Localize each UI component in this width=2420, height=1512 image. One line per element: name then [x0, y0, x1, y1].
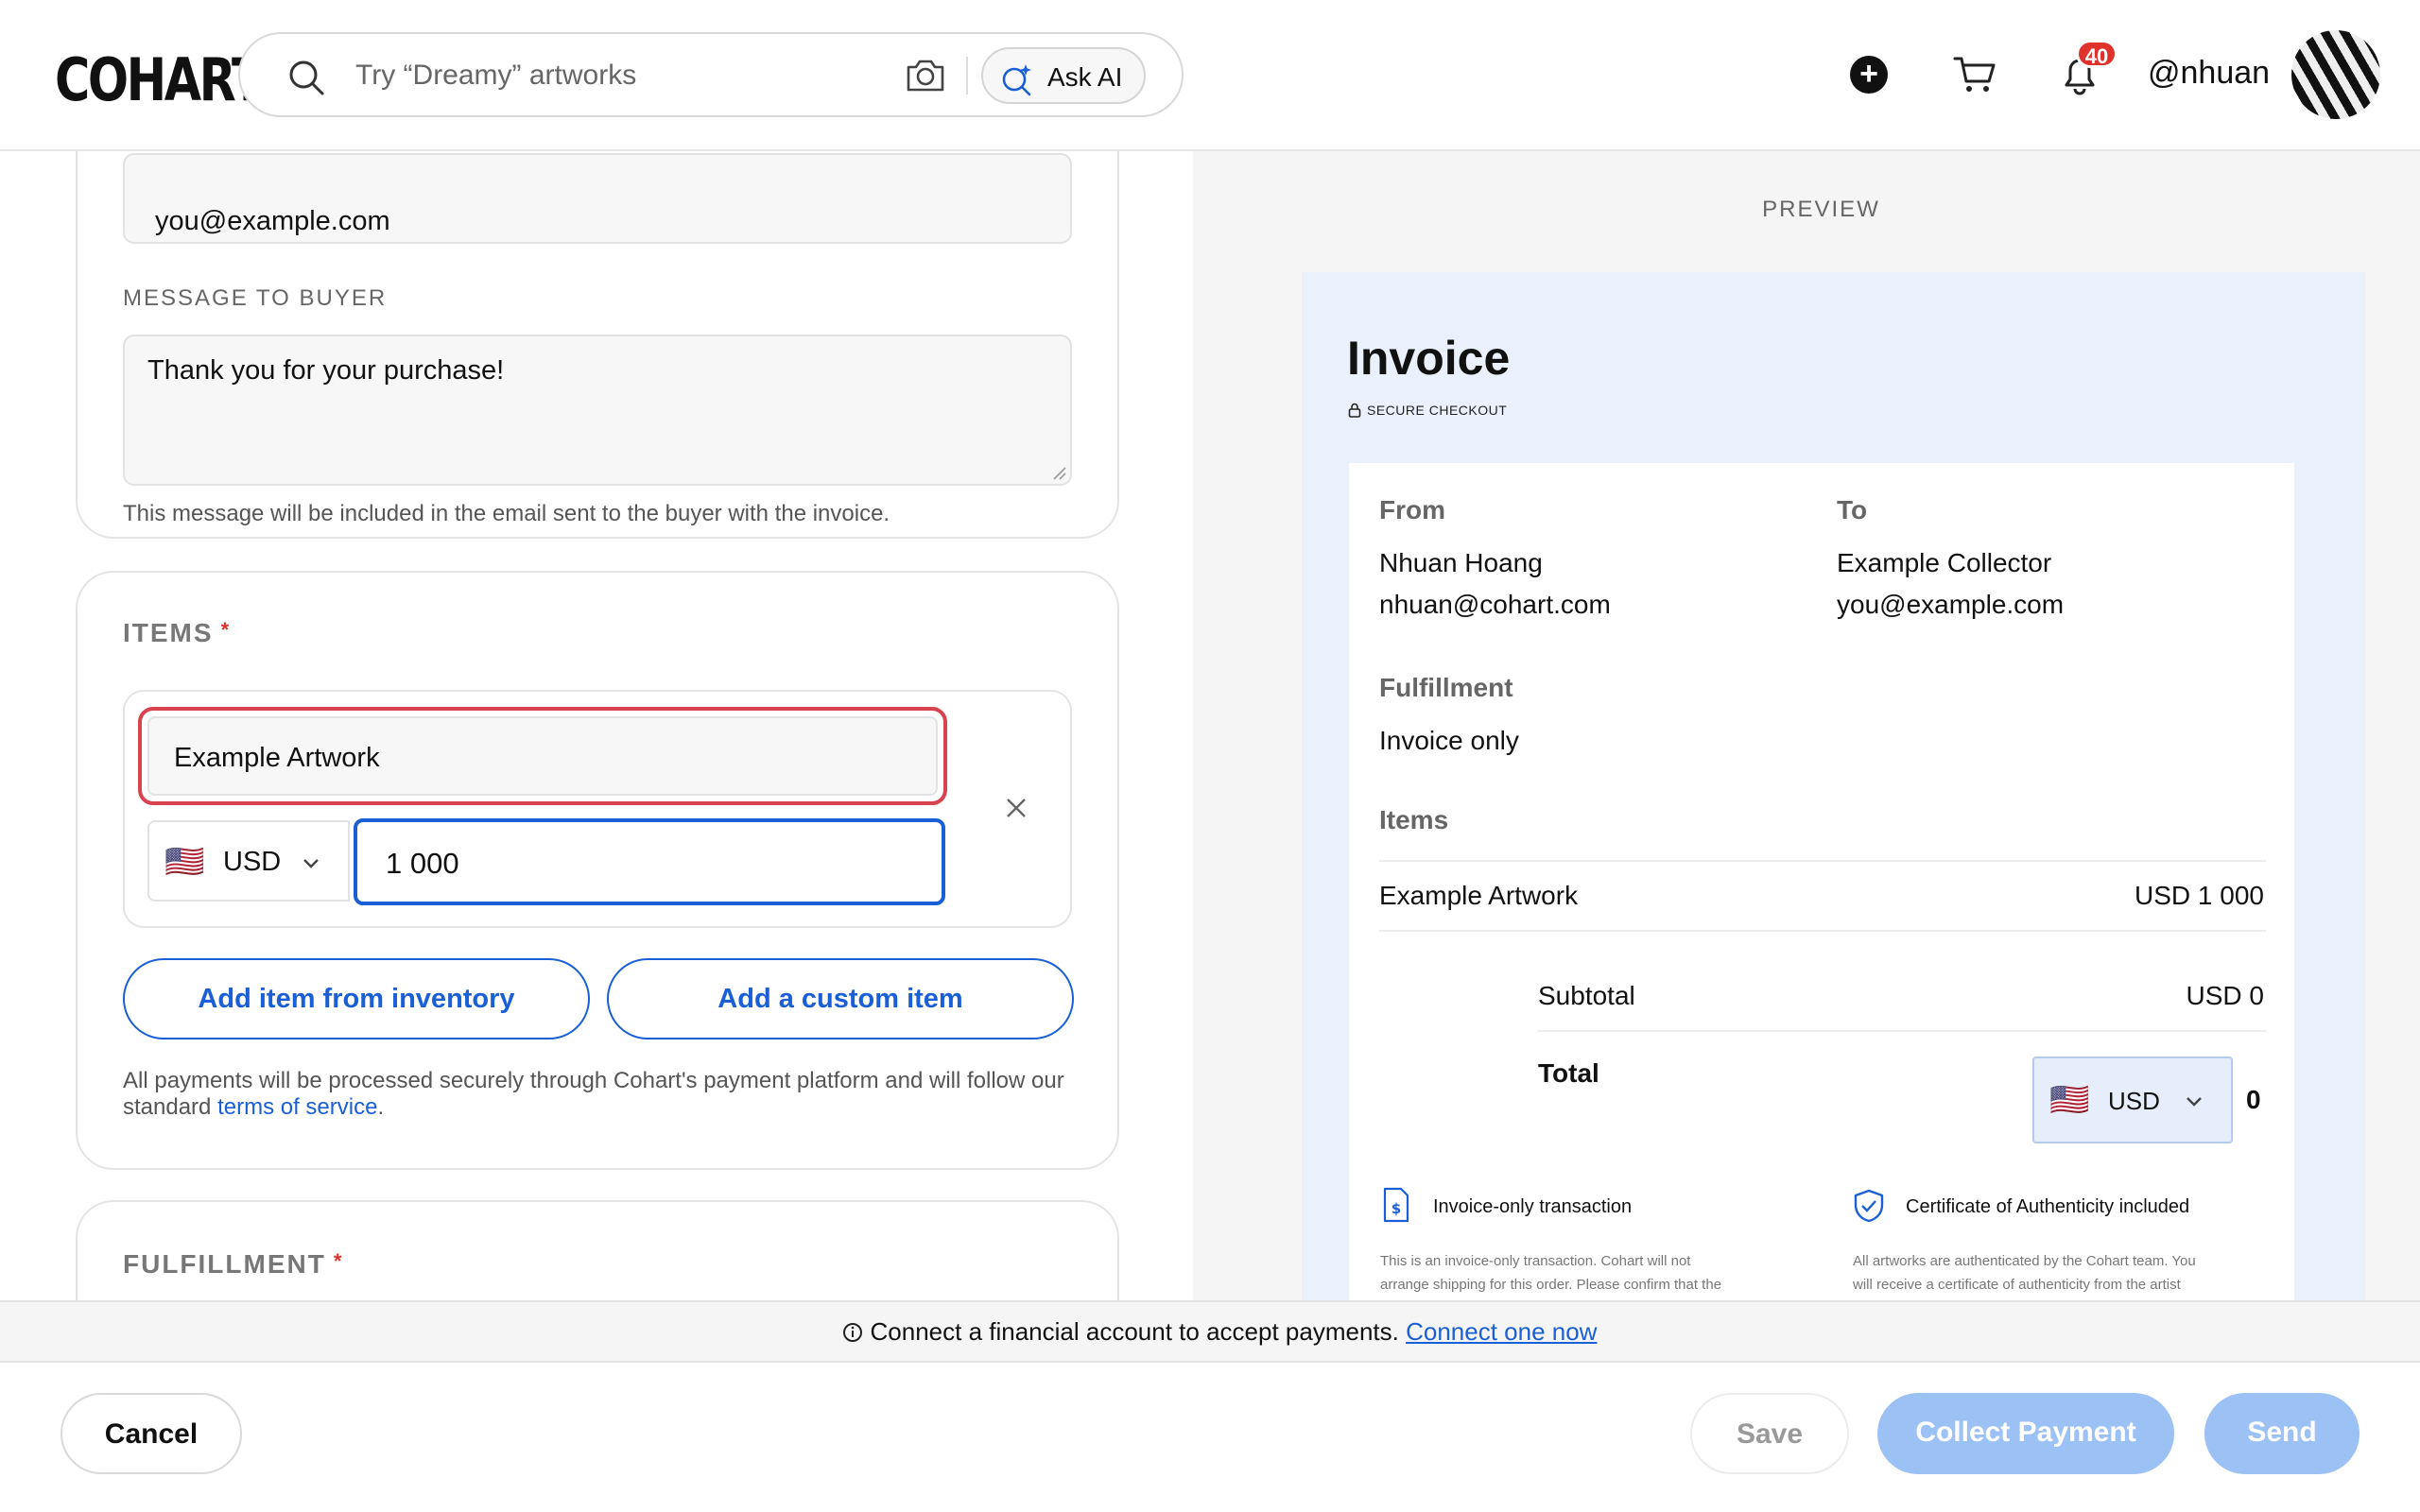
cart-icon[interactable] [1953, 55, 1996, 94]
secure-checkout: SECURE CHECKOUT [1348, 403, 1507, 418]
banner-text: Connect a financial account to accept pa… [0, 1317, 2420, 1347]
search-divider [966, 57, 968, 94]
invoice-only-line-2: arrange shipping for this order. Please … [1380, 1277, 1722, 1293]
username-link[interactable]: @nhuan [2148, 55, 2270, 92]
message-helper: This message will be included in the ema… [123, 501, 890, 526]
buyer-email-value: you@example.com [155, 206, 390, 236]
shield-check-icon [1854, 1189, 1884, 1223]
items-title: ITEMS * [123, 618, 231, 648]
coa-line-1: All artworks are authenticated by the Co… [1853, 1253, 2196, 1269]
collect-payment-button[interactable]: Collect Payment [1877, 1393, 2174, 1474]
to-email: you@example.com [1837, 590, 2065, 619]
banner-message: Connect a financial account to accept pa… [870, 1317, 1399, 1346]
preview-label: PREVIEW [1762, 197, 1880, 222]
invoice-preview-panel: PREVIEW Invoice SECURE CHECKOUT From Nhu… [1193, 151, 2420, 1300]
total-currency-select[interactable]: 🇺🇸 USD [2032, 1057, 2233, 1143]
fulfillment-label: Fulfillment [1379, 673, 1513, 702]
camera-icon[interactable] [905, 56, 946, 94]
connect-one-now-link[interactable]: Connect one now [1406, 1317, 1597, 1346]
buyer-card: you@example.com MESSAGE TO BUYER Thank y… [76, 151, 1119, 539]
us-flag-icon: 🇺🇸 [164, 844, 205, 880]
subtotal-value: USD 0 [2186, 981, 2264, 1010]
invoice-form: you@example.com MESSAGE TO BUYER Thank y… [0, 151, 1193, 1300]
top-nav: COHART Try “Dreamy” artworks Ask AI + 40… [0, 0, 2420, 151]
subtotal-label: Subtotal [1538, 981, 1635, 1010]
create-plus-button[interactable]: + [1850, 56, 1888, 94]
chevron-down-icon [303, 859, 319, 868]
invoice-document-icon: $ [1383, 1187, 1409, 1223]
payment-note: All payments will be processed securely … [123, 1068, 1068, 1121]
invoice-only-text: This is an invoice-only transaction. Coh… [1380, 1249, 1721, 1297]
remove-item-close-icon[interactable] [1004, 796, 1028, 820]
items-title-text: ITEMS [123, 618, 214, 647]
payment-note-end: . [377, 1094, 385, 1120]
currency-select[interactable]: 🇺🇸 USD [147, 820, 350, 902]
resize-handle-icon[interactable] [1051, 465, 1066, 480]
price-input[interactable]: 1 000 [354, 818, 945, 905]
item-name-field-error[interactable]: Example Artwork [138, 707, 947, 805]
us-flag-icon: 🇺🇸 [2049, 1082, 2090, 1118]
coa-text: All artworks are authenticated by the Co… [1853, 1249, 2196, 1297]
total-label: Total [1538, 1058, 1599, 1088]
required-mark: * [333, 1249, 344, 1273]
svg-text:$: $ [1392, 1200, 1401, 1217]
buyer-email-field[interactable]: you@example.com [123, 153, 1072, 244]
divider [1379, 860, 2266, 862]
message-label: MESSAGE TO BUYER [123, 285, 388, 311]
search-bar[interactable]: Try “Dreamy” artworks Ask AI [238, 32, 1184, 117]
price-value: 1 000 [386, 847, 459, 880]
preview-item-name: Example Artwork [1379, 881, 1579, 910]
info-icon [842, 1323, 862, 1342]
terms-of-service-link[interactable]: terms of service [217, 1094, 377, 1120]
add-custom-item-button[interactable]: Add a custom item [607, 958, 1074, 1040]
items-card: ITEMS * Example Artwork 🇺🇸 USD 1 000 Add… [76, 571, 1119, 1170]
item-row: Example Artwork 🇺🇸 USD 1 000 [123, 690, 1072, 928]
currency-value: USD [223, 847, 282, 877]
ai-search-icon [1002, 64, 1031, 96]
cohart-logo[interactable]: COHART [55, 45, 265, 114]
from-email: nhuan@cohart.com [1379, 590, 1611, 619]
coa-title: Certificate of Authenticity included [1906, 1196, 2190, 1217]
secure-checkout-label: SECURE CHECKOUT [1367, 403, 1508, 418]
to-label: To [1837, 495, 1868, 524]
search-icon [289, 60, 324, 95]
footer-actions: Cancel Save Collect Payment Send [0, 1363, 2420, 1512]
item-name-value: Example Artwork [174, 743, 380, 773]
preview-item-price: USD 1 000 [2135, 881, 2264, 910]
message-value: Thank you for your purchase! [147, 355, 505, 386]
invoice-only-title: Invoice-only transaction [1433, 1196, 1633, 1217]
search-input[interactable]: Try “Dreamy” artworks [355, 60, 636, 92]
invoice-only-line-1: This is an invoice-only transaction. Coh… [1380, 1253, 1691, 1269]
fulfillment-card: FULFILLMENT * [76, 1200, 1119, 1300]
notification-count-badge: 40 [2076, 40, 2118, 68]
save-button[interactable]: Save [1690, 1393, 1849, 1474]
lock-icon [1348, 403, 1361, 418]
divider [1379, 930, 2266, 932]
invoice-sheet: From Nhuan Hoang nhuan@cohart.com To Exa… [1349, 463, 2294, 1300]
financial-account-banner: Connect a financial account to accept pa… [0, 1300, 2420, 1363]
add-item-from-inventory-button[interactable]: Add item from inventory [123, 958, 590, 1040]
cancel-button[interactable]: Cancel [60, 1393, 242, 1474]
ask-ai-button[interactable]: Ask AI [981, 47, 1146, 104]
fulfillment-value: Invoice only [1379, 726, 1519, 755]
divider [1538, 1030, 2266, 1032]
to-name: Example Collector [1837, 548, 2052, 577]
coa-line-2: will receive a certificate of authentici… [1853, 1277, 2181, 1293]
chevron-down-icon [2187, 1097, 2202, 1107]
total-value: 0 [2246, 1085, 2261, 1114]
total-currency-value: USD [2108, 1087, 2160, 1115]
avatar[interactable] [2291, 30, 2380, 119]
from-label: From [1379, 495, 1445, 524]
required-mark: * [220, 618, 232, 642]
from-name: Nhuan Hoang [1379, 548, 1543, 577]
send-button[interactable]: Send [2204, 1393, 2360, 1474]
fulfillment-title-text: FULFILLMENT [123, 1249, 326, 1279]
items-label: Items [1379, 805, 1449, 834]
message-textarea[interactable]: Thank you for your purchase! [123, 335, 1072, 486]
fulfillment-title: FULFILLMENT * [123, 1249, 343, 1280]
invoice-title: Invoice [1347, 332, 1511, 385]
ask-ai-label: Ask AI [1047, 62, 1123, 92]
